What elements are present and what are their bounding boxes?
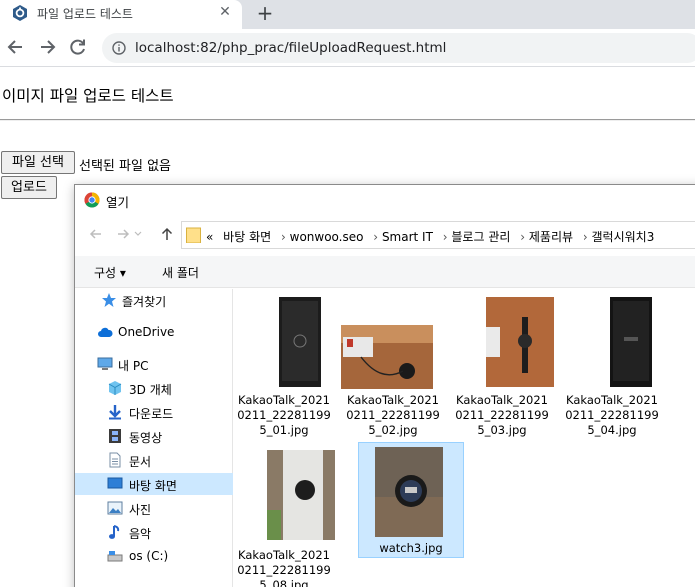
file-item[interactable]: watch3.jpg xyxy=(358,442,464,558)
horizontal-rule xyxy=(0,119,695,121)
file-name: KakaoTalk_2021 0211_22281199 5_08.jpg xyxy=(237,548,331,587)
file-thumbnail xyxy=(375,447,443,537)
address-bar[interactable]: localhost:82/php_prac/fileUploadRequest.… xyxy=(102,33,695,63)
sidebar-item-label: 내 PC xyxy=(118,359,149,373)
picture-icon xyxy=(107,501,123,515)
page-heading: 이미지 파일 업로드 테스트 xyxy=(2,87,174,105)
recent-locations-chevron-icon[interactable] xyxy=(133,225,143,243)
dialog-navigation-bar: « 바탕 화면 › wonwoo.seo › Smart IT › 블로그 관리… xyxy=(75,215,695,255)
reload-icon[interactable] xyxy=(68,37,88,57)
sidebar-item-label: 즐겨찾기 xyxy=(122,295,167,309)
app-favicon-icon xyxy=(13,5,27,21)
file-name: KakaoTalk_2021 0211_22281199 5_04.jpg xyxy=(565,393,659,437)
back-arrow-icon[interactable] xyxy=(6,37,26,57)
file-item[interactable]: KakaoTalk_2021 0211_22281199 5_08.jpg xyxy=(234,444,335,587)
tab-title: 파일 업로드 테스트 xyxy=(37,7,133,21)
breadcrumb-separator[interactable]: › xyxy=(520,230,525,244)
document-icon xyxy=(109,452,121,468)
sidebar-item-label: 3D 개체 xyxy=(129,383,172,397)
breadcrumb-item[interactable]: 블로그 관리 xyxy=(451,230,510,244)
breadcrumb-item[interactable]: 갤럭시워치3 xyxy=(592,230,655,244)
up-folder-icon[interactable] xyxy=(158,225,176,243)
sidebar-item-this-pc[interactable]: 내 PC xyxy=(75,353,229,375)
file-thumbnail xyxy=(279,297,321,387)
sidebar-item-label: 동영상 xyxy=(129,431,163,445)
sidebar-item-label: OneDrive xyxy=(118,325,175,339)
file-thumbnail xyxy=(341,325,433,389)
breadcrumb-separator[interactable]: › xyxy=(443,230,448,244)
breadcrumb-overflow[interactable]: « xyxy=(206,230,213,244)
browser-tab[interactable]: 파일 업로드 테스트 ✕ xyxy=(0,0,242,29)
navigation-pane: 즐겨찾기 OneDrive 내 PC 3D 개체 다운로드 동영상 문서 바탕 … xyxy=(75,289,233,587)
file-item[interactable]: KakaoTalk_2021 0211_22281199 5_04.jpg xyxy=(562,297,662,437)
breadcrumb-item[interactable]: wonwoo.seo xyxy=(290,230,364,244)
chrome-icon xyxy=(84,192,100,208)
file-open-dialog: 열기 « 바탕 화면 › wonwoo.seo › Smart IT › 블로그… xyxy=(74,184,695,587)
dialog-title: 열기 xyxy=(106,195,130,210)
dialog-titlebar: 열기 xyxy=(75,185,695,215)
download-icon xyxy=(109,405,121,420)
file-name: KakaoTalk_2021 0211_22281199 5_01.jpg xyxy=(237,393,331,437)
sidebar-item-label: 사진 xyxy=(129,503,152,517)
url-text: localhost:82/php_prac/fileUploadRequest.… xyxy=(135,40,447,56)
file-name: KakaoTalk_2021 0211_22281199 5_03.jpg xyxy=(455,393,549,437)
file-name: KakaoTalk_2021 0211_22281199 5_02.jpg xyxy=(346,393,440,437)
close-tab-icon[interactable]: ✕ xyxy=(216,3,234,21)
sidebar-item-music[interactable]: 음악 xyxy=(75,521,233,543)
file-thumbnail xyxy=(610,297,652,387)
breadcrumb-item[interactable]: 바탕 화면 xyxy=(223,230,271,244)
file-name: watch3.jpg xyxy=(379,541,443,555)
film-icon xyxy=(109,429,121,443)
star-icon xyxy=(102,293,116,307)
desktop-icon xyxy=(107,477,123,489)
breadcrumb: « 바탕 화면 › wonwoo.seo › Smart IT › 블로그 관리… xyxy=(206,228,654,245)
sidebar-item-drive-c[interactable]: os (C:) xyxy=(75,545,233,567)
new-folder-button[interactable]: 새 폴더 xyxy=(162,264,199,281)
sidebar-item-label: 다운로드 xyxy=(129,407,174,421)
pc-icon xyxy=(97,357,113,370)
sidebar-item-documents[interactable]: 문서 xyxy=(75,449,233,471)
file-item[interactable]: KakaoTalk_2021 0211_22281199 5_01.jpg xyxy=(234,297,334,437)
cloud-icon xyxy=(98,327,113,337)
sidebar-item-quick-access[interactable]: 즐겨찾기 xyxy=(75,289,233,311)
sidebar-item-desktop[interactable]: 바탕 화면 xyxy=(75,473,233,495)
file-item[interactable]: KakaoTalk_2021 0211_22281199 5_02.jpg xyxy=(341,297,443,437)
browser-toolbar: localhost:82/php_prac/fileUploadRequest.… xyxy=(0,29,695,67)
sidebar-item-pictures[interactable]: 사진 xyxy=(75,497,233,519)
sidebar-item-label: 바탕 화면 xyxy=(129,479,177,493)
dialog-address-bar[interactable]: « 바탕 화면 › wonwoo.seo › Smart IT › 블로그 관리… xyxy=(181,221,695,249)
dialog-command-bar: 구성 ▾ 새 폴더 xyxy=(75,256,695,288)
site-info-icon[interactable] xyxy=(112,41,126,55)
choose-file-button[interactable]: 파일 선택 xyxy=(1,151,75,174)
file-thumbnail xyxy=(267,450,335,540)
sidebar-item-label: 문서 xyxy=(129,455,152,469)
drive-icon xyxy=(107,551,123,562)
upload-button[interactable]: 업로드 xyxy=(1,176,57,199)
music-icon xyxy=(109,525,120,539)
sidebar-item-videos[interactable]: 동영상 xyxy=(75,425,233,447)
cube-icon xyxy=(108,381,122,395)
tab-strip: 파일 업로드 테스트 ✕ + xyxy=(0,0,695,29)
no-file-selected-text: 선택된 파일 없음 xyxy=(79,159,171,174)
dialog-back-icon[interactable] xyxy=(87,225,105,243)
sidebar-item-label: os (C:) xyxy=(129,549,169,563)
breadcrumb-item[interactable]: 제품리뷰 xyxy=(529,230,573,244)
breadcrumb-separator[interactable]: › xyxy=(281,230,286,244)
organize-menu-button[interactable]: 구성 ▾ xyxy=(94,264,126,281)
sidebar-item-onedrive[interactable]: OneDrive xyxy=(75,321,229,343)
new-tab-icon[interactable]: + xyxy=(254,2,276,24)
sidebar-item-3d-objects[interactable]: 3D 개체 xyxy=(75,377,233,399)
breadcrumb-separator[interactable]: › xyxy=(373,230,378,244)
file-item[interactable]: KakaoTalk_2021 0211_22281199 5_03.jpg xyxy=(452,297,554,437)
file-thumbnail xyxy=(486,297,554,387)
dialog-forward-icon[interactable] xyxy=(114,225,132,243)
breadcrumb-item[interactable]: Smart IT xyxy=(382,230,433,244)
forward-arrow-icon[interactable] xyxy=(37,37,57,57)
breadcrumb-separator[interactable]: › xyxy=(583,230,588,244)
sidebar-item-label: 음악 xyxy=(129,527,152,541)
file-list: KakaoTalk_2021 0211_22281199 5_01.jpg Ka… xyxy=(234,289,695,587)
folder-icon xyxy=(186,227,201,243)
sidebar-item-downloads[interactable]: 다운로드 xyxy=(75,401,233,423)
